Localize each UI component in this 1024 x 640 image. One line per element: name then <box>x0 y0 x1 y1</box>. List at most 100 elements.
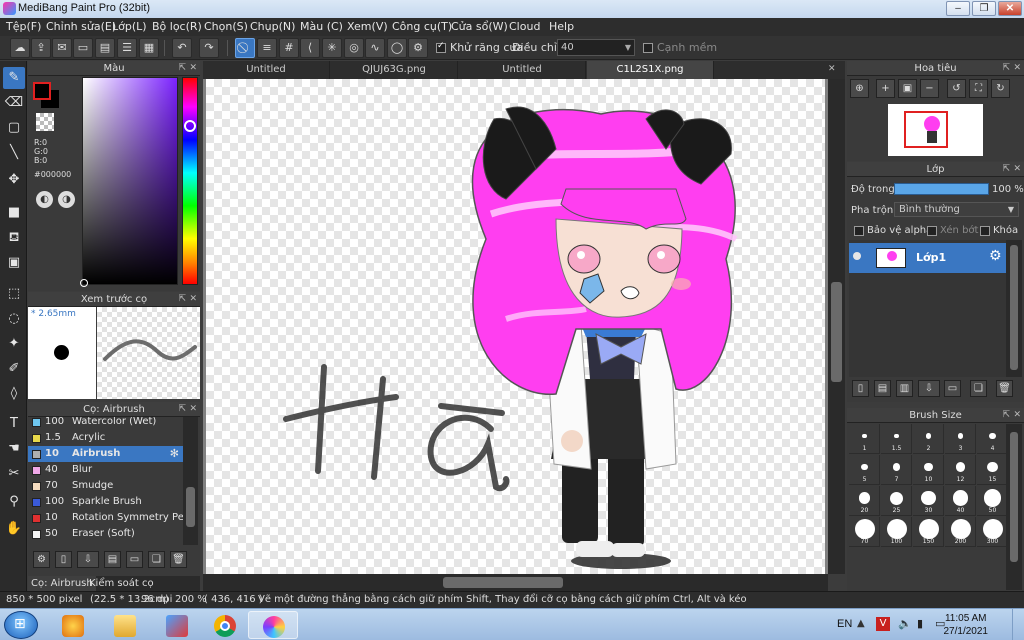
antialias-checkbox[interactable] <box>436 41 446 53</box>
brush-item[interactable]: 40 Blur <box>28 462 183 478</box>
brush-item[interactable]: 70 Smudge <box>28 478 183 494</box>
grid-snap-icon[interactable]: # <box>279 38 299 58</box>
menu-file[interactable]: Tệp(F) <box>6 20 41 33</box>
popout-icon[interactable]: ⇱ <box>1002 408 1010 423</box>
rotate-left-icon[interactable]: ↺ <box>947 79 966 98</box>
curve-snap-icon[interactable]: ∿ <box>365 38 385 58</box>
menu-view[interactable]: Xem(V) <box>347 20 388 33</box>
taskbar-paint-app[interactable] <box>48 611 98 639</box>
zoom-out-icon[interactable]: − <box>920 79 939 98</box>
popout-icon[interactable]: ⇱ <box>1002 162 1010 177</box>
zoom-fit-icon[interactable]: ⊕ <box>850 79 869 98</box>
brush-props-icon[interactable]: ▤ <box>104 551 121 568</box>
radial-snap-icon[interactable]: ✳ <box>322 38 342 58</box>
start-button[interactable]: ⊞ <box>4 611 38 639</box>
bucket-tool-icon[interactable]: ⛾ <box>3 227 25 249</box>
menu-edit[interactable]: Chỉnh sửa(E) <box>46 20 116 33</box>
close-icon[interactable]: ✕ <box>828 64 836 74</box>
brush-size-cell[interactable]: 3 <box>945 424 976 454</box>
brush-list-scroll-thumb[interactable] <box>186 487 195 527</box>
undo-icon[interactable]: ↶ <box>172 38 192 58</box>
duplicate-icon[interactable]: ❏ <box>148 551 165 568</box>
fit-window-icon[interactable]: ⛶ <box>969 79 988 98</box>
brush-item[interactable]: 10 Rotation Symmetry Pen <box>28 510 183 526</box>
canvas-horizontal-scrollbar[interactable] <box>203 574 828 591</box>
drawing-canvas[interactable] <box>206 79 825 574</box>
brush-size-cell[interactable]: 10 <box>913 455 944 485</box>
layer-delete-icon[interactable]: 🗑 <box>996 380 1013 397</box>
horizontal-scroll-thumb[interactable] <box>443 577 563 588</box>
close-button[interactable]: ✕ <box>998 1 1022 16</box>
line-tool-icon[interactable]: ╲ <box>3 142 25 164</box>
eyedropper-tool-icon[interactable]: ⚲ <box>3 491 25 513</box>
antivirus-icon[interactable]: V <box>876 617 890 631</box>
brush-size-cell[interactable]: 5 <box>849 455 880 485</box>
opacity-slider[interactable] <box>894 183 989 195</box>
menu-capture[interactable]: Chụp(N) <box>250 20 295 33</box>
actual-size-icon[interactable]: ▣ <box>898 79 917 98</box>
brush-size-cell[interactable]: 25 <box>881 486 912 516</box>
menu-tools[interactable]: Công cụ(T) <box>392 20 452 33</box>
template-icon[interactable]: ▦ <box>139 38 159 58</box>
palette-icon[interactable]: ◐ <box>36 191 53 208</box>
folder-icon[interactable]: ▭ <box>126 551 143 568</box>
divide-tool-icon[interactable]: ✂ <box>3 463 25 485</box>
select-tool-icon[interactable]: ⬚ <box>3 283 25 305</box>
brush-list-scrollbar[interactable] <box>183 417 198 545</box>
move-tool-icon[interactable]: ✥ <box>3 169 25 191</box>
taskbar-explorer-app[interactable] <box>100 611 150 639</box>
menu-window[interactable]: Cửa sổ(W) <box>451 20 508 33</box>
sv-cursor[interactable] <box>80 279 88 287</box>
brush-import-icon[interactable]: ⇩ <box>77 551 99 568</box>
menu-select[interactable]: Chọn(S) <box>204 20 248 33</box>
brush-tool-icon[interactable]: ✎ <box>3 67 25 89</box>
brush-item[interactable]: 100 Watercolor (Wet) <box>28 417 183 430</box>
adjust-select[interactable]: 40 ▼ <box>557 39 635 56</box>
transparent-color-swatch[interactable] <box>36 113 54 131</box>
share-icon[interactable]: ⇪ <box>31 38 51 58</box>
snap-off-icon[interactable]: ⃠ <box>235 38 255 58</box>
new-layer-icon[interactable]: ▯ <box>852 380 869 397</box>
magic-wand-tool-icon[interactable]: ✦ <box>3 333 25 355</box>
snap-settings-icon[interactable]: ⚙ <box>408 38 428 58</box>
brush-size-cell[interactable]: 150 <box>913 517 944 547</box>
taskbar-snipping-app[interactable] <box>152 611 202 639</box>
minimize-button[interactable]: ‒ <box>946 1 970 16</box>
operation-tool-icon[interactable]: ☚ <box>3 438 25 460</box>
tab-brush-control[interactable]: Kiểm soát cọ <box>86 576 157 591</box>
circle-snap-icon[interactable]: ◎ <box>344 38 364 58</box>
lasso-tool-icon[interactable]: ◌ <box>3 308 25 330</box>
list-icon[interactable]: ☰ <box>117 38 137 58</box>
close-icon[interactable]: ✕ <box>189 61 197 76</box>
canvas-viewport[interactable] <box>203 79 828 574</box>
eye-icon[interactable] <box>853 252 861 260</box>
popout-icon[interactable]: ⇱ <box>1002 61 1010 76</box>
close-icon[interactable]: ✕ <box>1013 162 1021 177</box>
close-icon[interactable]: ✕ <box>1013 408 1021 423</box>
blend-mode-select[interactable]: Bình thường ▼ <box>894 202 1019 217</box>
brush-size-cell[interactable]: 300 <box>977 517 1006 547</box>
close-icon[interactable]: ✕ <box>1013 61 1021 76</box>
brush-size-cell[interactable]: 12 <box>945 455 976 485</box>
hue-knob[interactable] <box>184 120 196 132</box>
new-8bit-layer-icon[interactable]: ▥ <box>896 380 913 397</box>
menu-filter[interactable]: Bộ lọc(R) <box>152 20 202 33</box>
system-clock[interactable]: 11:05 AM 27/1/2021 <box>944 612 989 638</box>
brush-add-icon[interactable]: ⚙ <box>33 551 50 568</box>
fill-shape-tool-icon[interactable]: ■ <box>3 202 25 224</box>
select-eraser-tool-icon[interactable]: ◊ <box>3 383 25 405</box>
document-icon[interactable]: ▤ <box>95 38 115 58</box>
gradient-tool-icon[interactable]: ▣ <box>3 252 25 274</box>
doc-tab-3[interactable]: Untitled <box>459 61 586 79</box>
menu-help[interactable]: Help <box>549 20 574 33</box>
popout-icon[interactable]: ⇱ <box>178 61 186 76</box>
brush-size-cell[interactable]: 7 <box>881 455 912 485</box>
cloud-icon[interactable]: ☁ <box>10 38 30 58</box>
saturation-value-picker[interactable] <box>82 77 178 285</box>
maximize-button[interactable]: ❐ <box>972 1 996 16</box>
layer-scrollbar[interactable] <box>1006 240 1022 377</box>
popout-icon[interactable]: ⇱ <box>178 292 186 307</box>
hue-slider[interactable] <box>182 77 198 285</box>
new-raster-layer-icon[interactable]: ▤ <box>874 380 891 397</box>
brush-item[interactable]: 1.5 Acrylic <box>28 430 183 446</box>
